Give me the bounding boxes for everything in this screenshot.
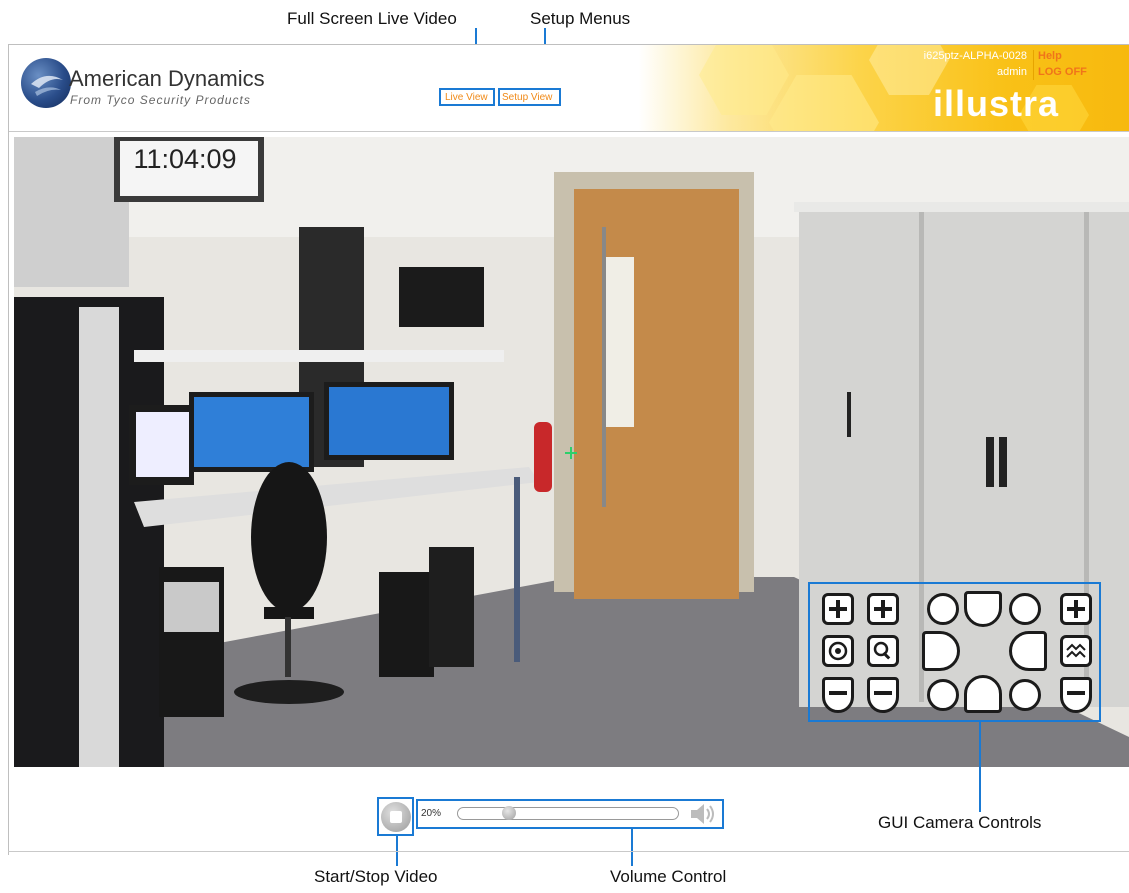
- illustra-logo: illustra: [933, 83, 1060, 124]
- american-dynamics-logo-icon: [21, 58, 71, 108]
- callout-line-ptz: [979, 722, 981, 812]
- annotation-volume-control: Volume Control: [610, 867, 727, 886]
- header-separator: [9, 131, 1129, 132]
- logoff-link[interactable]: LOG OFF: [1038, 66, 1087, 78]
- start-stop-callout-box: [377, 797, 414, 836]
- header: American Dynamics From Tyco Security Pro…: [9, 45, 1129, 132]
- annotation-full-screen-live-video: Full Screen Live Video: [287, 9, 457, 28]
- setup-view-callout-box: [498, 88, 561, 106]
- footer-separator: [8, 851, 1129, 852]
- ptz-callout-box: [808, 582, 1101, 722]
- annotation-setup-menus: Setup Menus: [530, 9, 631, 28]
- user-name: admin: [997, 66, 1027, 78]
- brand-tagline: From Tyco Security Products: [70, 93, 251, 107]
- video-timestamp: 11:04:09: [133, 144, 237, 174]
- header-divider: [1033, 50, 1034, 80]
- annotation-gui-camera-controls: GUI Camera Controls: [878, 813, 1042, 832]
- volume-callout-box: [416, 799, 724, 829]
- brand-name: American Dynamics: [69, 66, 265, 91]
- callout-line-volume: [631, 829, 633, 866]
- annotation-start-stop-video: Start/Stop Video: [314, 867, 438, 886]
- help-link[interactable]: Help: [1038, 50, 1062, 62]
- camera-name: i625ptz-ALPHA-0028: [923, 50, 1027, 62]
- live-view-callout-box: [439, 88, 495, 106]
